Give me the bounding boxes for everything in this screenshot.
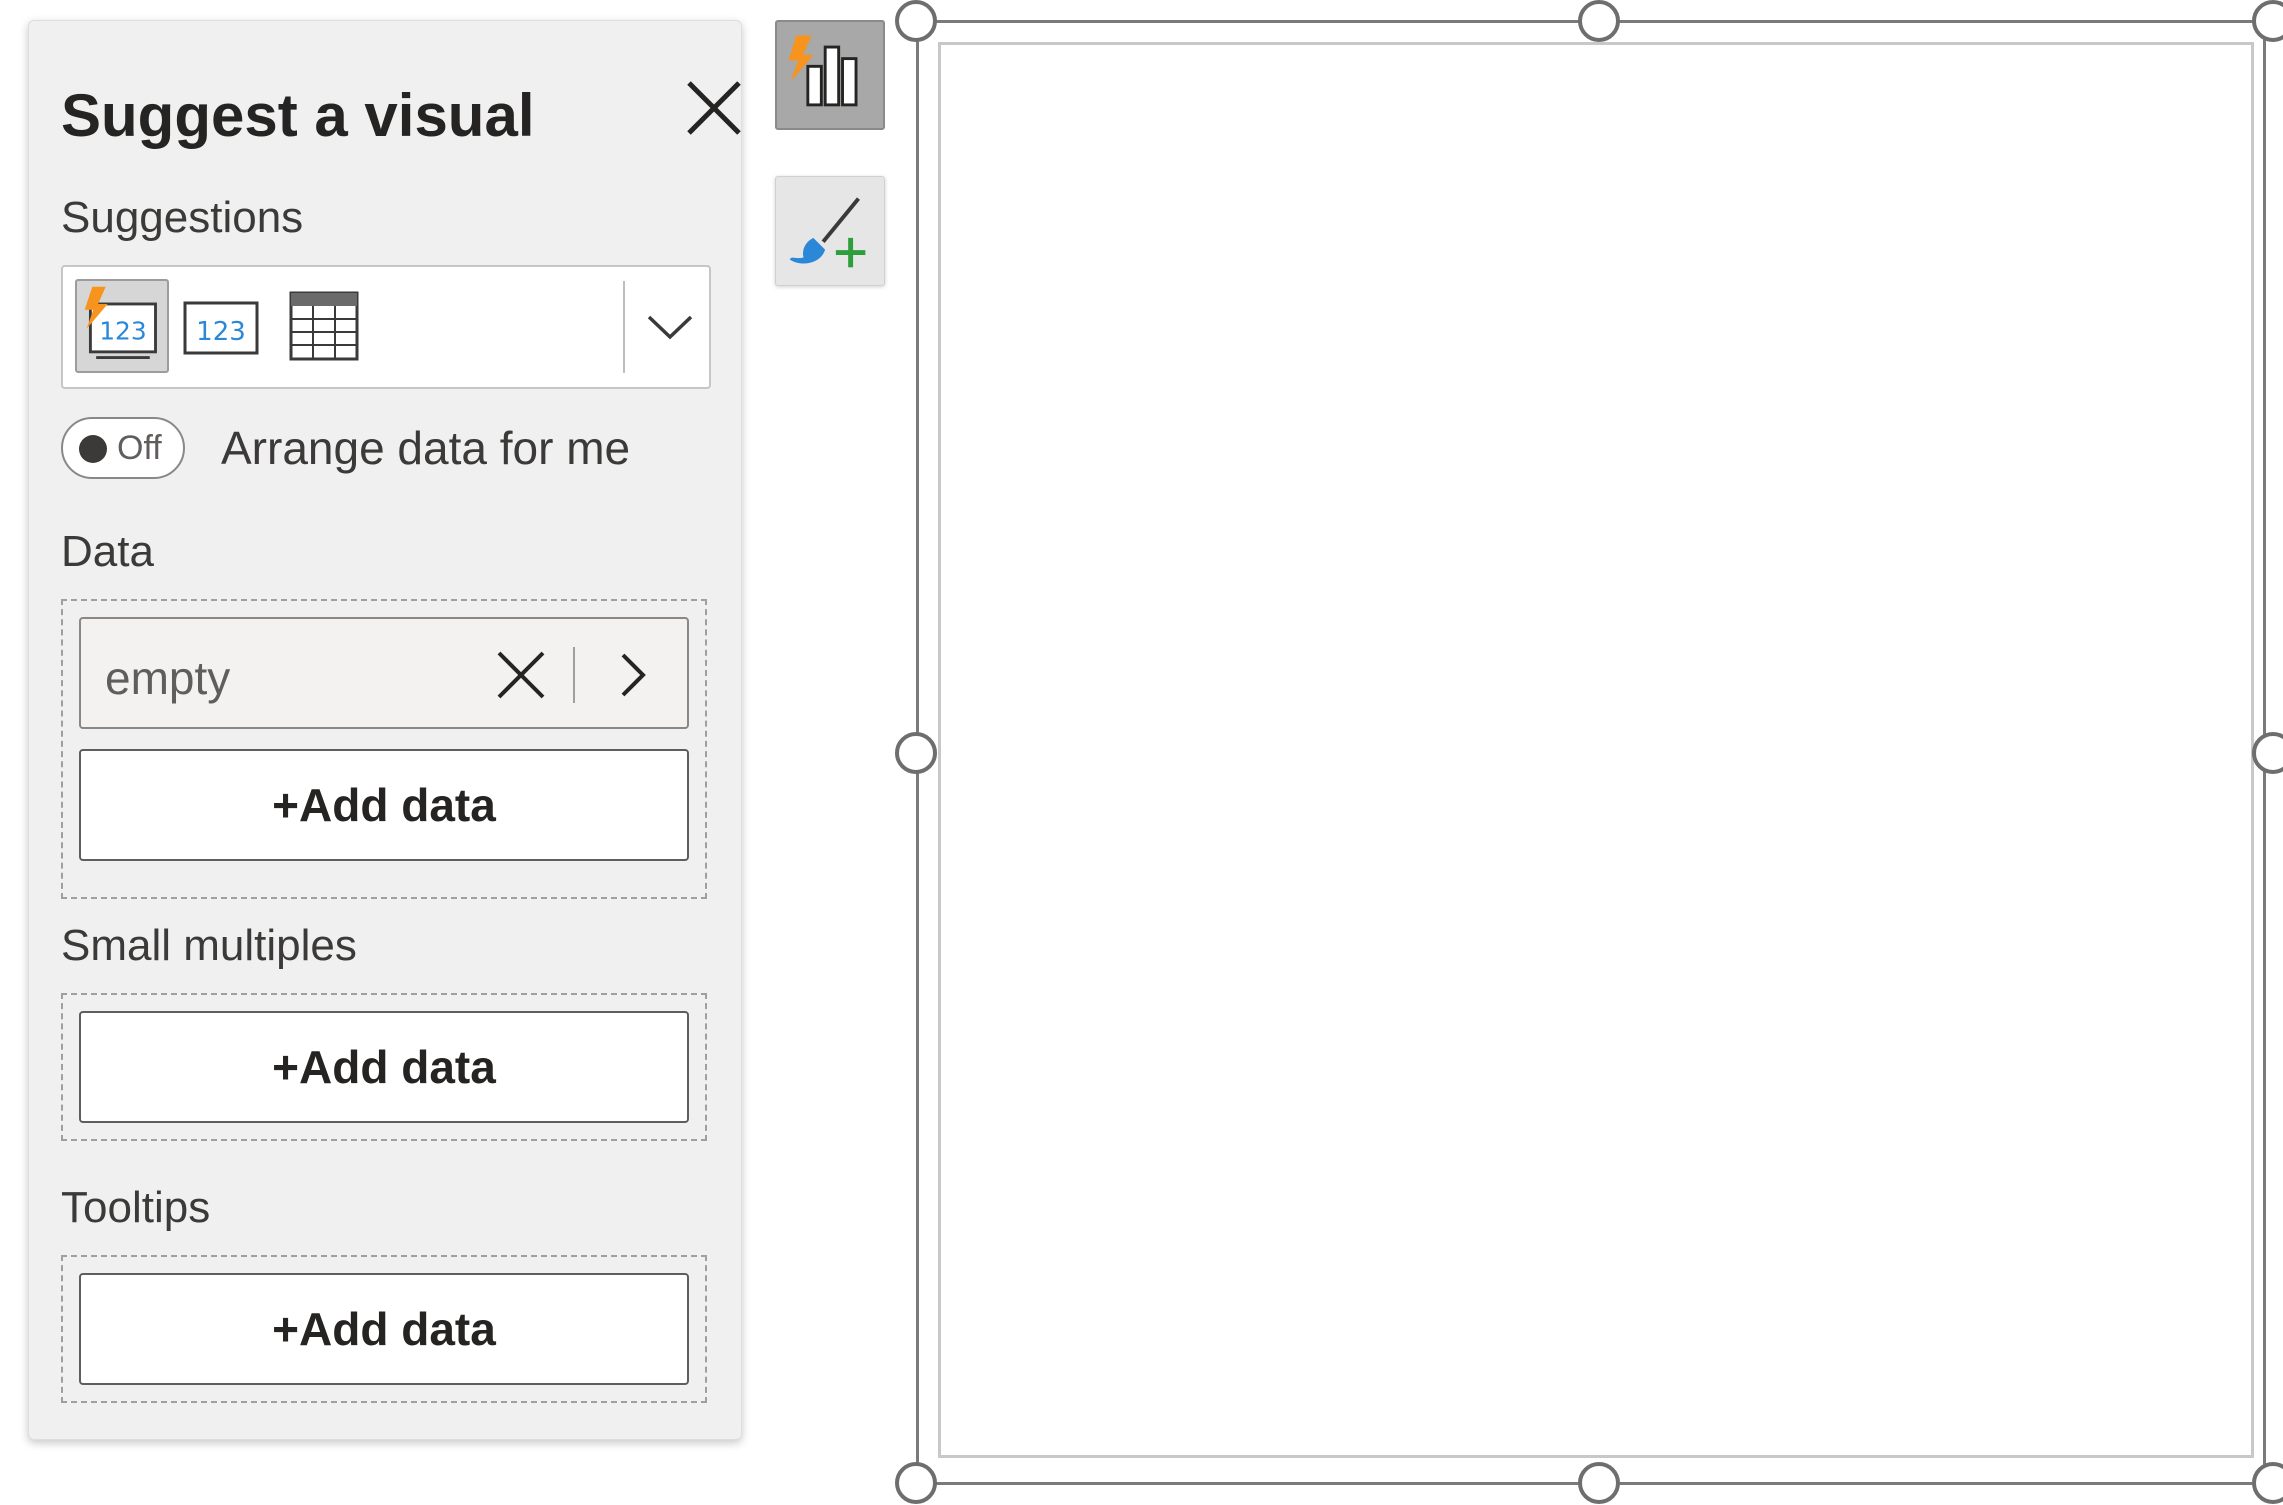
pill-divider <box>573 647 575 703</box>
add-data-button[interactable]: +Add data <box>79 749 689 861</box>
add-tooltips-button[interactable]: +Add data <box>79 1273 689 1385</box>
resize-handle-bottom-right[interactable] <box>2252 1462 2283 1504</box>
visual-canvas[interactable] <box>938 42 2254 1458</box>
resize-handle-bottom[interactable] <box>1578 1462 1620 1504</box>
arrange-data-toggle[interactable]: Off <box>61 417 185 479</box>
quick-visual-chart-icon <box>788 35 858 107</box>
suggestion-card[interactable]: 123 <box>175 279 269 373</box>
resize-handle-top[interactable] <box>1578 0 1620 42</box>
toggle-knob <box>79 435 107 463</box>
format-visual-button[interactable] <box>775 176 885 286</box>
tooltips-well: +Add data <box>61 1255 707 1403</box>
panel-title: Suggest a visual <box>61 82 535 149</box>
expand-field-button[interactable] <box>603 647 659 703</box>
add-small-multiples-button[interactable]: +Add data <box>79 1011 689 1123</box>
suggest-visual-panel: Suggest a visual Suggestions 123 123 Off… <box>28 20 742 1440</box>
data-label: Data <box>61 527 154 576</box>
svg-text:123: 123 <box>196 317 246 347</box>
arrange-data-label: Arrange data for me <box>221 422 631 474</box>
card-icon: 123 <box>183 301 259 355</box>
suggestions-label: Suggestions <box>61 193 304 242</box>
data-field-pill[interactable]: empty <box>79 617 689 729</box>
svg-text:123: 123 <box>99 316 146 345</box>
paintbrush-add-icon <box>789 197 866 268</box>
resize-handle-bottom-left[interactable] <box>895 1462 937 1504</box>
resize-handle-left[interactable] <box>895 732 937 774</box>
suggestions-box: 123 123 <box>61 265 711 389</box>
quick-insights-card-icon: 123 <box>84 286 157 360</box>
table-icon <box>289 291 359 361</box>
close-icon <box>497 651 545 699</box>
chevron-down-icon <box>647 315 693 340</box>
suggestion-table[interactable] <box>275 279 369 373</box>
data-field-name: empty <box>105 652 231 704</box>
toggle-state: Off <box>117 429 162 467</box>
suggest-visual-button[interactable] <box>775 20 885 130</box>
chevron-right-icon <box>621 653 646 697</box>
data-well: empty +Add data <box>61 599 707 899</box>
small-multiples-label: Small multiples <box>61 921 357 970</box>
close-icon <box>687 81 741 135</box>
close-button[interactable] <box>677 71 751 145</box>
remove-field-button[interactable] <box>491 645 551 705</box>
suggestions-divider <box>623 281 625 373</box>
suggestions-dropdown-button[interactable] <box>637 281 703 373</box>
suggestion-quick-insights-card[interactable]: 123 <box>75 279 169 373</box>
small-multiples-well: +Add data <box>61 993 707 1141</box>
tooltips-label: Tooltips <box>61 1183 211 1232</box>
resize-handle-top-left[interactable] <box>895 0 937 42</box>
